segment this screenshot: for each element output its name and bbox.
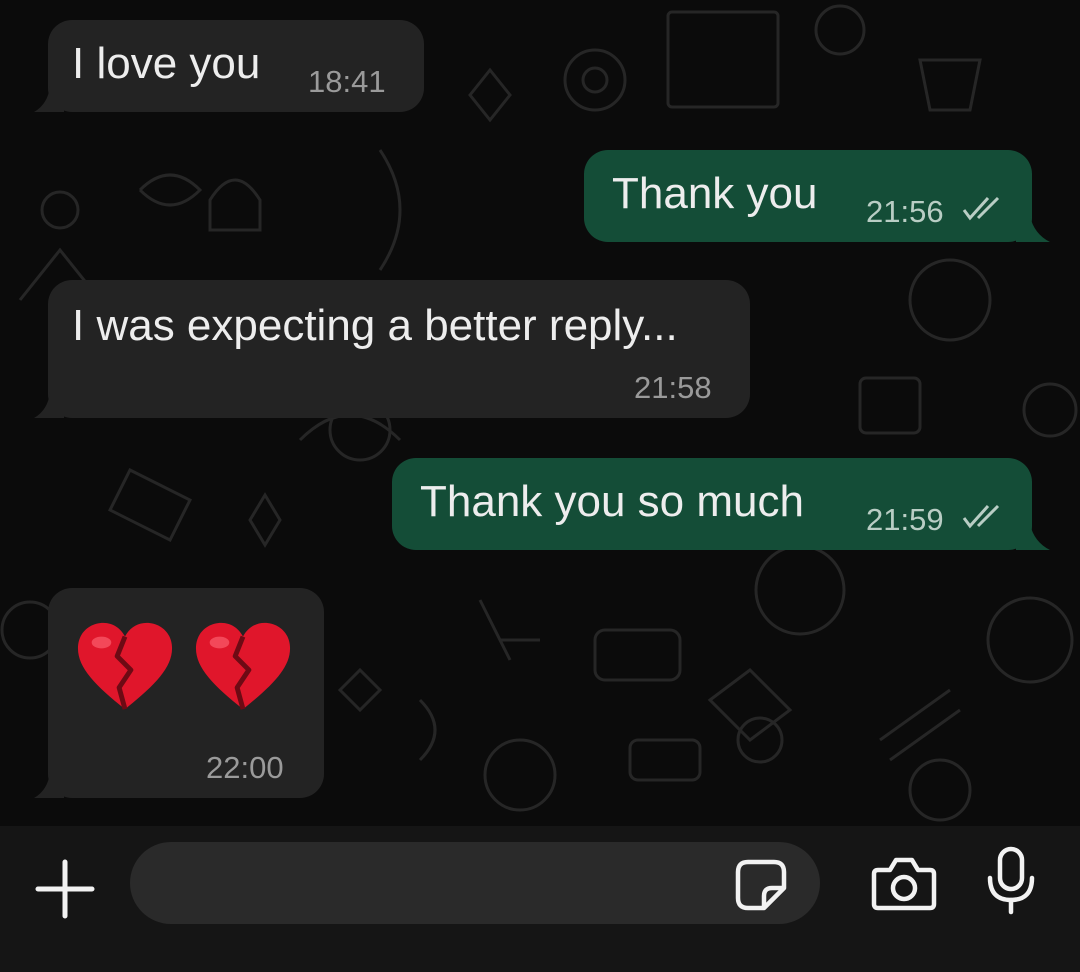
outgoing-message[interactable]: Thank you so much 21:59 — [392, 458, 1050, 550]
bubble-tail — [34, 392, 64, 418]
incoming-message[interactable]: I love you 18:41 — [34, 20, 424, 112]
incoming-message[interactable]: I was expecting a better reply... 21:58 — [34, 280, 750, 418]
message-time: 18:41 — [308, 64, 386, 99]
message-time: 22:00 — [206, 750, 284, 785]
bubble-tail — [1016, 216, 1050, 242]
sticker-icon[interactable] — [734, 858, 788, 912]
bubble-tail — [34, 772, 64, 798]
chat-area[interactable]: I love you 18:41 Thank you 21:56 I was e… — [0, 0, 1080, 826]
message-text: I was expecting a better reply... — [72, 301, 678, 350]
message-text: I love you — [72, 39, 261, 88]
broken-heart-icon — [195, 622, 291, 710]
outgoing-message[interactable]: Thank you 21:56 — [584, 150, 1050, 242]
broken-heart-icon — [77, 622, 173, 710]
message-text: Thank you — [612, 169, 818, 218]
microphone-icon[interactable] — [984, 846, 1038, 916]
message-time: 21:59 — [866, 502, 944, 537]
message-time: 21:58 — [634, 370, 712, 405]
bubble-tail — [1016, 524, 1050, 550]
message-input[interactable] — [130, 842, 820, 924]
message-time: 21:56 — [866, 194, 944, 229]
incoming-emoji-message[interactable]: 22:00 — [34, 588, 324, 798]
read-receipt-icon — [962, 196, 1000, 221]
camera-icon[interactable] — [870, 856, 938, 912]
message-text: Thank you so much — [420, 477, 804, 526]
read-receipt-icon — [962, 504, 1000, 529]
plus-icon[interactable] — [34, 858, 96, 920]
bubble-tail — [34, 86, 64, 112]
